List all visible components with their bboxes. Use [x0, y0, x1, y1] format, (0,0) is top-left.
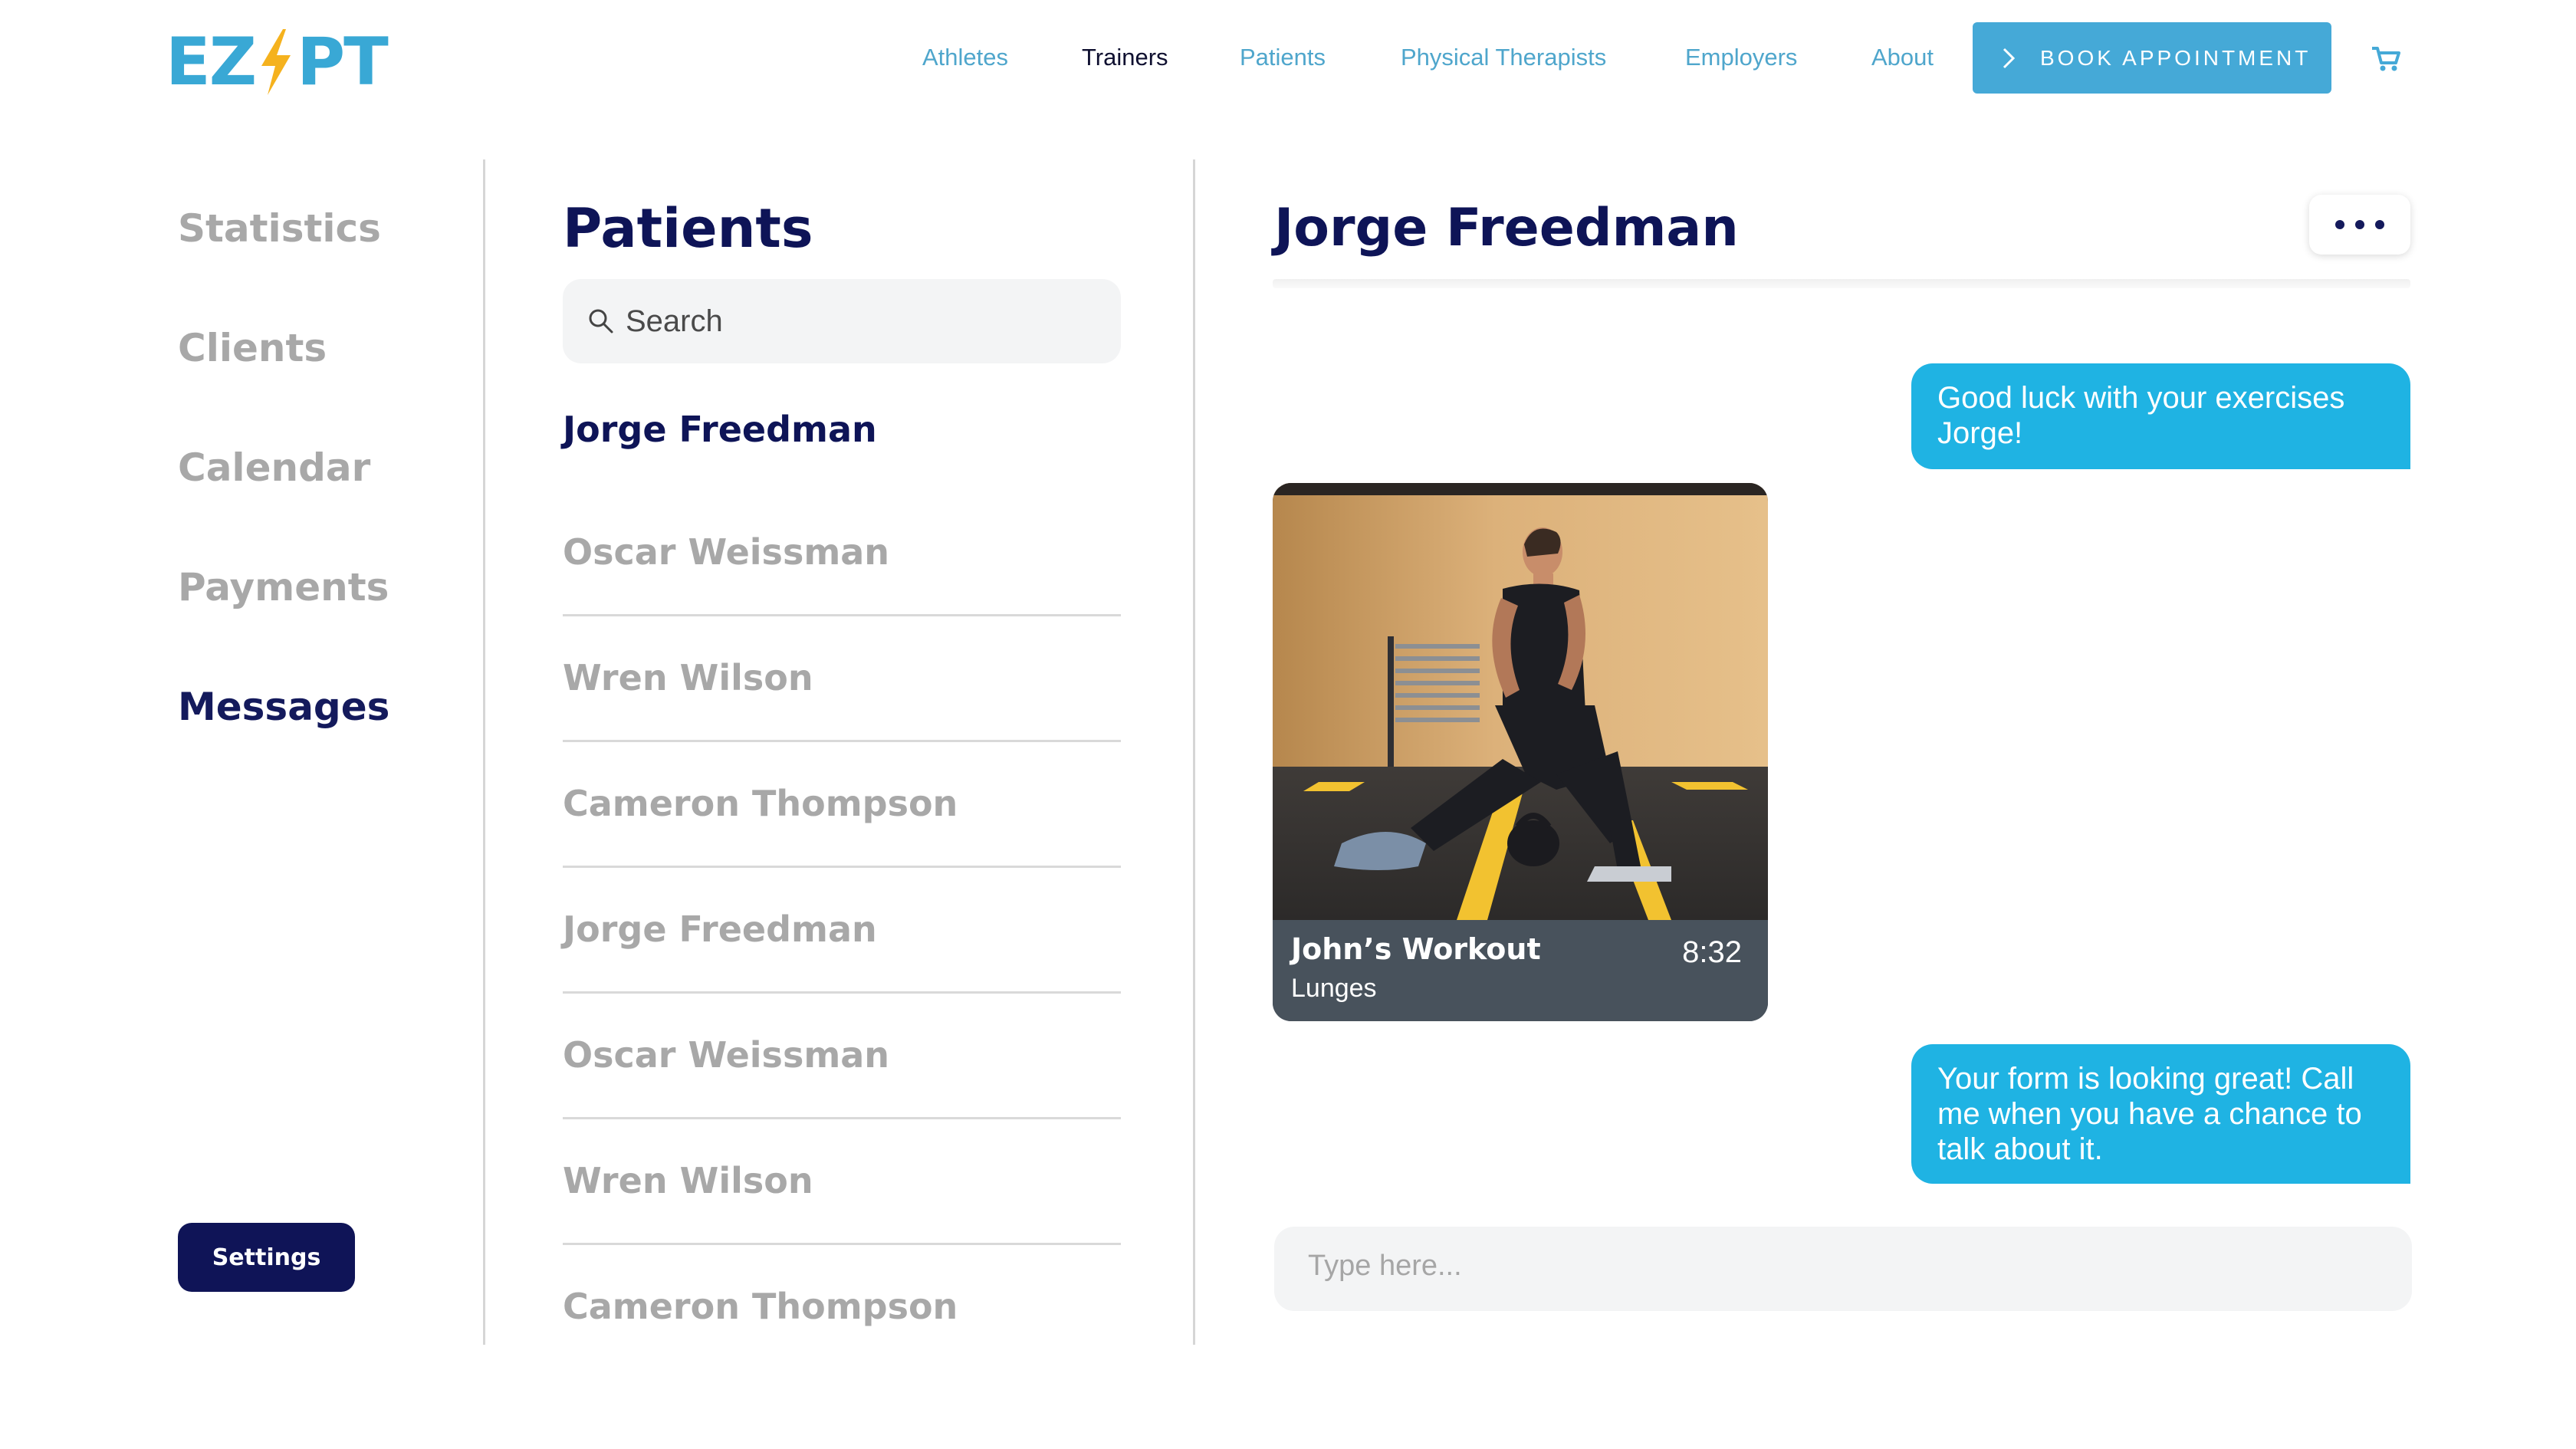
chat-header-divider	[1273, 279, 2410, 288]
video-title: John’s Workout	[1291, 932, 1541, 966]
nav-about[interactable]: About	[1871, 34, 1934, 81]
list-item[interactable]: Cameron Thompson	[563, 1245, 1121, 1329]
patient-name: Cameron Thompson	[563, 1286, 958, 1327]
logo-text-left: EZ	[166, 24, 257, 100]
patients-title: Patients	[563, 197, 813, 260]
chevron-right-icon	[2003, 48, 2016, 68]
message-compose-box	[1274, 1227, 2412, 1311]
lightning-bolt-icon	[261, 29, 291, 95]
list-item[interactable]: Cameron Thompson	[563, 742, 1121, 868]
nav-trainers[interactable]: Trainers	[1082, 34, 1168, 81]
chat-title: Jorge Freedman	[1274, 198, 1739, 258]
patient-name: Oscar Weissman	[563, 1034, 890, 1076]
list-item[interactable]: Wren Wilson	[563, 616, 1121, 742]
nav-employers[interactable]: Employers	[1685, 34, 1797, 81]
video-message-card[interactable]: John’s Workout Lunges 8:32	[1273, 483, 1768, 1021]
patient-name: Wren Wilson	[563, 1160, 813, 1201]
message-bubble: Your form is looking great! Call me when…	[1911, 1044, 2410, 1184]
more-options-button[interactable]	[2309, 195, 2410, 255]
dot-icon	[2355, 220, 2364, 229]
sidebar-item-calendar[interactable]: Calendar	[178, 445, 370, 491]
list-item[interactable]: Jorge Freedman	[563, 868, 1121, 994]
nav-patients[interactable]: Patients	[1240, 34, 1326, 81]
message-input[interactable]	[1308, 1250, 2366, 1283]
list-item[interactable]: Wren Wilson	[563, 1119, 1121, 1245]
sidebar-item-messages[interactable]: Messages	[178, 684, 389, 730]
book-appointment-button[interactable]: BOOK APPOINTMENT	[1973, 22, 2331, 94]
workout-thumbnail	[1273, 483, 1768, 920]
logo[interactable]: EZ PT	[166, 24, 389, 100]
cart-icon[interactable]	[2371, 46, 2400, 72]
list-item[interactable]: Oscar Weissman	[563, 491, 1121, 616]
divider-right	[1193, 159, 1195, 1345]
dot-icon	[2375, 220, 2384, 229]
video-meta: John’s Workout Lunges 8:32	[1273, 920, 1768, 1021]
search-input[interactable]	[626, 304, 1086, 339]
list-item[interactable]: Jorge Freedman	[563, 391, 1121, 498]
search-icon	[589, 309, 613, 334]
dot-icon	[2335, 220, 2344, 229]
patient-name: Jorge Freedman	[563, 409, 877, 450]
patient-name: Cameron Thompson	[563, 783, 958, 824]
patient-name: Jorge Freedman	[563, 909, 877, 950]
sidebar-item-payments[interactable]: Payments	[178, 564, 389, 610]
divider-left	[483, 159, 485, 1345]
video-subtitle: Lunges	[1291, 974, 1377, 1003]
patient-name: Oscar Weissman	[563, 531, 890, 573]
search-box	[563, 279, 1121, 363]
video-duration: 8:32	[1682, 935, 1742, 969]
sidebar-item-clients[interactable]: Clients	[178, 325, 327, 371]
book-appointment-label: BOOK APPOINTMENT	[2040, 45, 2312, 70]
list-item[interactable]: Oscar Weissman	[563, 994, 1121, 1119]
message-bubble: Good luck with your exercises Jorge!	[1911, 363, 2410, 469]
nav-physical-therapists[interactable]: Physical Therapists	[1401, 34, 1606, 81]
patient-name: Wren Wilson	[563, 657, 813, 698]
settings-button[interactable]: Settings	[178, 1223, 355, 1292]
logo-text-right: PT	[297, 24, 389, 100]
sidebar-item-statistics[interactable]: Statistics	[178, 205, 381, 251]
nav-athletes[interactable]: Athletes	[922, 34, 1008, 81]
